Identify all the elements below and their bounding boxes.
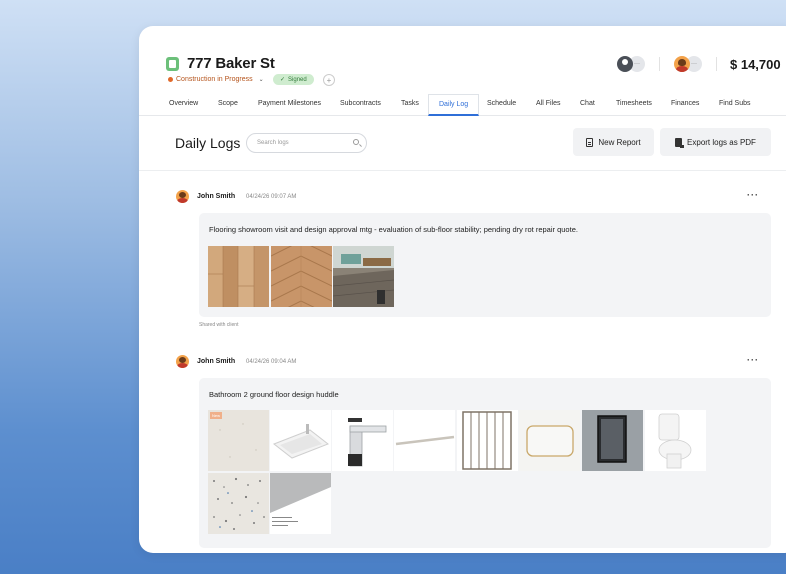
- more-options-icon[interactable]: ···: [747, 190, 759, 200]
- avatar: [176, 355, 189, 368]
- add-tag-button[interactable]: +: [323, 74, 335, 86]
- image-thumbnail[interactable]: [332, 410, 393, 471]
- log-time: 04/24/26 09:07 AM: [246, 194, 297, 200]
- team-avatar: [674, 56, 690, 72]
- search-input[interactable]: Search logs: [246, 133, 367, 153]
- check-icon: ✓: [280, 77, 286, 83]
- pdf-icon: [675, 137, 685, 148]
- new-tag: New: [210, 412, 223, 419]
- status-dropdown[interactable]: Construction in Progress ⌄: [168, 76, 264, 83]
- image-thumbnail[interactable]: [457, 410, 518, 471]
- image-thumbnail[interactable]: New: [208, 410, 269, 471]
- client-avatar: [617, 56, 633, 72]
- more-options-icon[interactable]: ···: [747, 355, 759, 365]
- tab-tasks[interactable]: Tasks: [401, 100, 419, 107]
- log-author: John Smith: [197, 193, 236, 200]
- tab-find-subs[interactable]: Find Subs: [719, 100, 751, 107]
- tab-all-files[interactable]: All Files: [536, 100, 561, 107]
- tab-bar: Overview Scope Payment Milestones Subcon…: [139, 94, 786, 116]
- image-thumbnail[interactable]: [270, 473, 331, 534]
- tab-payment-milestones[interactable]: Payment Milestones: [258, 100, 321, 107]
- document-icon: [586, 137, 594, 147]
- log-entry: Flooring showroom visit and design appro…: [199, 213, 771, 317]
- status-dot-icon: [168, 77, 173, 82]
- image-thumbnail[interactable]: [645, 410, 706, 471]
- client-avatar-group[interactable]: ···: [617, 55, 647, 73]
- project-title: 777 Baker St: [187, 55, 275, 72]
- image-thumbnail[interactable]: [519, 410, 580, 471]
- log-entry: Bathroom 2 ground floor design huddle Ne…: [199, 378, 771, 548]
- image-thumbnail[interactable]: [333, 246, 394, 307]
- image-thumbnail[interactable]: [394, 410, 455, 471]
- project-price: $ 14,700: [730, 57, 781, 72]
- search-placeholder: Search logs: [257, 140, 289, 146]
- image-thumbnail[interactable]: [271, 246, 332, 307]
- project-card: 777 Baker St Construction in Progress ⌄ …: [139, 26, 786, 553]
- log-author: John Smith: [197, 358, 236, 365]
- tab-subcontracts[interactable]: Subcontracts: [340, 100, 381, 107]
- new-report-button[interactable]: New Report: [573, 128, 654, 156]
- signed-label: Signed: [288, 76, 307, 83]
- tab-daily-log[interactable]: Daily Log: [428, 94, 480, 116]
- shared-status: Shared with client: [199, 322, 239, 328]
- divider: [139, 170, 786, 171]
- status-label: Construction in Progress: [176, 76, 253, 83]
- export-pdf-button[interactable]: Export logs as PDF: [660, 128, 771, 156]
- image-thumbnail[interactable]: [270, 410, 331, 471]
- image-thumbnail[interactable]: [208, 473, 269, 534]
- tab-finances[interactable]: Finances: [671, 100, 699, 107]
- divider: [716, 57, 717, 71]
- project-icon: [166, 57, 179, 71]
- log-text: Bathroom 2 ground floor design huddle: [209, 390, 339, 399]
- tab-overview[interactable]: Overview: [169, 100, 198, 107]
- tab-scope[interactable]: Scope: [218, 100, 238, 107]
- image-thumbnail[interactable]: [208, 246, 269, 307]
- new-report-label: New Report: [598, 137, 641, 147]
- team-avatar-group[interactable]: ···: [674, 55, 704, 73]
- image-thumbnail[interactable]: [582, 410, 643, 471]
- log-text: Flooring showroom visit and design appro…: [209, 225, 578, 234]
- log-time: 04/24/26 09:04 AM: [246, 359, 297, 365]
- export-label: Export logs as PDF: [687, 137, 756, 147]
- tab-timesheets[interactable]: Timesheets: [616, 100, 652, 107]
- divider: [659, 57, 660, 71]
- chevron-down-icon: ⌄: [258, 77, 264, 83]
- page-title: Daily Logs: [175, 135, 241, 151]
- search-icon: [353, 139, 359, 145]
- signed-badge: ✓ Signed: [273, 74, 314, 85]
- avatar: [176, 190, 189, 203]
- tab-schedule[interactable]: Schedule: [487, 100, 516, 107]
- tab-chat[interactable]: Chat: [580, 100, 595, 107]
